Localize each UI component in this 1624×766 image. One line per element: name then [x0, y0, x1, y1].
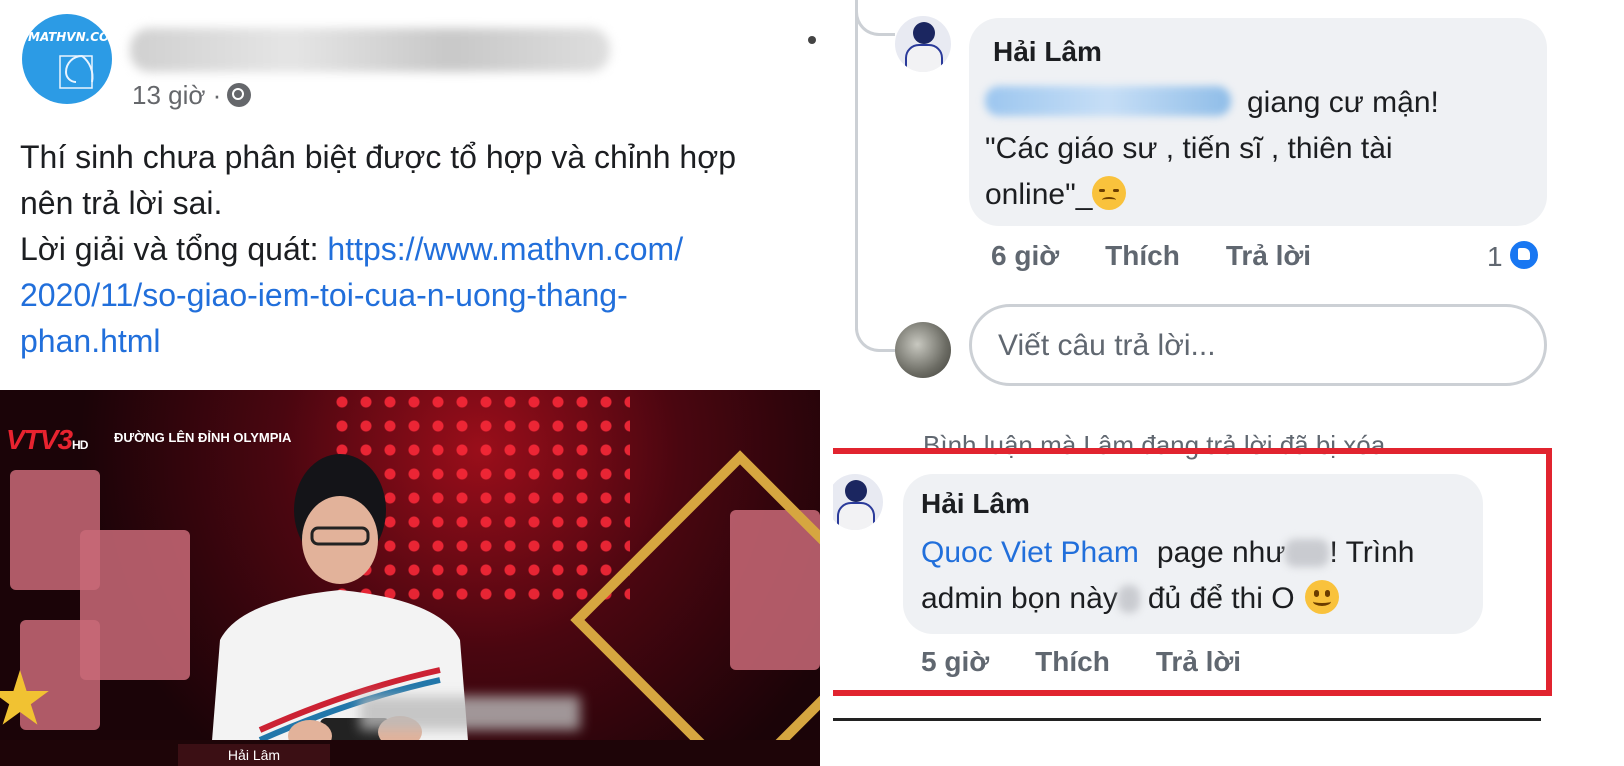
disappointed-emoji-icon [1092, 176, 1127, 210]
page-name-blurred[interactable] [130, 28, 610, 72]
post-text-line: nên trả lời sai. [20, 185, 223, 221]
page-avatar[interactable]: MATHVN.COM [22, 14, 112, 104]
golden-spiral-icon [59, 54, 94, 89]
avatar-body [905, 44, 943, 72]
like-reaction-icon [1506, 238, 1541, 272]
blurred-mention[interactable] [985, 86, 1231, 116]
blurred-score-area [360, 696, 580, 730]
avatar[interactable] [895, 16, 951, 72]
thread-connector [855, 0, 895, 36]
channel-logo-text: VTV3 [6, 424, 73, 455]
comment-text-line: "Các giáo sư , tiến sĩ , thiên tài [985, 132, 1393, 165]
post-link[interactable]: https://www.mathvn.com/ [327, 231, 683, 267]
current-user-avatar [895, 322, 951, 378]
video-thumbnail[interactable]: VTV3HD ĐƯỜNG LÊN ĐỈNH OLYMPIA [0, 390, 820, 766]
channel-hd-text: HD [72, 438, 88, 452]
left-post-panel: MATHVN.COM 13 giờ · Thí sinh chưa phân b… [0, 0, 820, 766]
channel-logo: VTV3HD [6, 424, 88, 456]
post-link[interactable]: 2020/11/so-giao-iem-toi-cua-n-uong-thang… [20, 272, 810, 318]
reply-button[interactable]: Trả lời [1226, 240, 1311, 271]
like-button[interactable]: Thích [1105, 240, 1180, 271]
avatar-head [913, 22, 935, 44]
post-time-text: 13 giờ · [132, 80, 222, 110]
reaction-count-text: 1 [1487, 241, 1503, 272]
comment-author[interactable]: Hải Lâm [993, 36, 1102, 68]
thread-line [855, 0, 858, 330]
post-timestamp[interactable]: 13 giờ · [132, 80, 252, 111]
reaction-count[interactable]: 1 [1487, 238, 1541, 273]
post-text-line: Thí sinh chưa phân biệt được tổ hợp và c… [20, 139, 736, 175]
post-text: Thí sinh chưa phân biệt được tổ hợp và c… [20, 134, 810, 364]
highlight-box [833, 448, 1552, 696]
reply-input[interactable]: Viết câu trả lời... [969, 304, 1547, 386]
comment-text: giang cư mận! "Các giáo sư , tiến sĩ , t… [985, 80, 1439, 218]
contestant-nameplate: Hải Lâm [178, 744, 330, 766]
comment-text-line: giang cư mận! [1247, 86, 1439, 119]
comment-text-line: online"_ [985, 178, 1093, 211]
comment-time[interactable]: 6 giờ [991, 240, 1059, 271]
right-comments-panel: Hải Lâm giang cư mận! "Các giáo sư , tiế… [833, 0, 1624, 766]
comment-actions: 6 giờ Thích Trả lời [991, 240, 1357, 272]
reply-input-placeholder: Viết câu trả lời... [998, 329, 1216, 362]
post-link[interactable]: phan.html [20, 318, 810, 364]
post-text-line: Lời giải và tổng quát: [20, 231, 328, 267]
thread-connector [855, 300, 895, 352]
panel-divider [820, 0, 833, 766]
more-options-icon[interactable] [808, 36, 816, 44]
nameplate-bar [0, 740, 820, 766]
globe-icon [227, 83, 252, 107]
bottom-rule [833, 718, 1541, 721]
